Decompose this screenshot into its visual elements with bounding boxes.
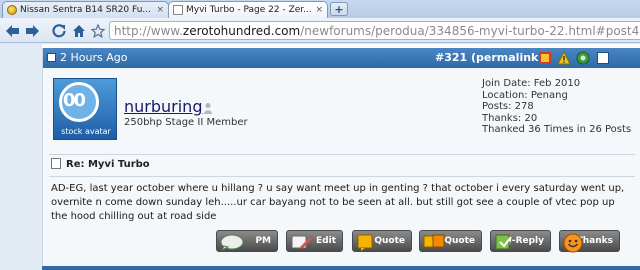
edit-pencil-icon — [291, 235, 312, 249]
tab-title: Myvi Turbo - Page 22 - Zer... — [186, 5, 312, 15]
reload-icon — [52, 24, 66, 38]
star-icon — [91, 24, 105, 38]
multi-quote-label: Quote — [444, 236, 475, 246]
url-path: /newforums/perodua/334856-myvi-turbo-22.… — [300, 23, 640, 38]
browser-tab-active[interactable]: Myvi Turbo - Page 22 - Zer... × — [168, 1, 328, 18]
address-bar[interactable]: http://www. zerotohundred.com/newforums/p… — [109, 21, 640, 40]
multiquote-checkbox-icon[interactable] — [596, 51, 610, 65]
user-stats: Join Date: Feb 2010 Location: Penang Pos… — [482, 78, 631, 136]
forward-button[interactable] — [24, 22, 42, 40]
thanks-button[interactable]: Thanks — [559, 230, 620, 253]
bookmark-star-button[interactable] — [89, 22, 107, 40]
back-arrow-icon — [6, 25, 19, 37]
avatar[interactable]: 00 stock avatar — [53, 78, 117, 140]
divider — [49, 176, 635, 177]
forward-arrow-icon — [26, 25, 39, 37]
post-document-icon — [51, 158, 61, 169]
post-body: AD-EG, last year october where u hillang… — [51, 183, 625, 222]
url-domain: zerotohundred.com — [182, 23, 301, 38]
edit-label: Edit — [316, 236, 336, 246]
quote-icon — [357, 234, 373, 251]
post-count: Posts: 278 — [482, 101, 534, 112]
post-title: Re: Myvi Turbo — [51, 158, 150, 170]
forum-post: 2 Hours Ago #321 (permalink) 00 stock av… — [42, 48, 640, 270]
post-status-icon — [47, 53, 56, 62]
quote-button[interactable]: Quote — [352, 230, 412, 252]
site-favicon-icon — [7, 5, 17, 15]
divider — [49, 154, 635, 155]
avatar-caption: stock avatar — [61, 127, 111, 136]
plus-icon: + — [334, 2, 344, 16]
report-post-icon[interactable] — [538, 51, 552, 65]
browser-toolbar: http://www. zerotohundred.com/newforums/p… — [0, 18, 640, 43]
page-gutter — [0, 44, 42, 270]
warning-icon[interactable] — [557, 51, 571, 65]
edit-button[interactable]: Edit — [286, 230, 343, 252]
page-favicon-icon — [173, 5, 183, 15]
username-link[interactable]: nurburing — [124, 97, 202, 116]
home-button[interactable] — [70, 22, 88, 40]
next-post-header — [42, 266, 640, 270]
tab-strip: Nissan Sentra B14 SR20 Fu... × Myvi Turb… — [0, 0, 640, 18]
post-permalink[interactable]: #321 (permalink) — [435, 51, 543, 64]
post-title-text: Re: Myvi Turbo — [66, 159, 150, 170]
thanks-received: Thanked 36 Times in 26 Posts — [482, 124, 632, 135]
page-content: 2 Hours Ago #321 (permalink) 00 stock av… — [0, 44, 640, 270]
post-header: 2 Hours Ago #321 (permalink) — [43, 48, 640, 68]
offline-user-icon — [204, 102, 212, 114]
close-tab-icon[interactable]: × — [156, 5, 164, 15]
browser-tab[interactable]: Nissan Sentra B14 SR20 Fu... × — [2, 1, 169, 18]
post-time: 2 Hours Ago — [60, 51, 128, 64]
join-date: Join Date: Feb 2010 — [482, 78, 581, 89]
home-icon — [73, 25, 85, 37]
quote-label: Quote — [374, 236, 405, 246]
quick-reply-button[interactable]: Q-Reply — [490, 230, 551, 252]
avatar-logo-text: 00 — [63, 90, 86, 111]
quick-reply-icon — [495, 234, 512, 250]
reload-button[interactable] — [50, 22, 68, 40]
multi-quote-icon — [423, 234, 445, 248]
pm-label: PM — [255, 236, 271, 246]
smiley-icon — [563, 233, 583, 253]
message-bubble-icon — [220, 234, 244, 251]
back-button[interactable] — [3, 22, 21, 40]
multi-quote-button[interactable]: Quote — [419, 230, 482, 252]
user-title: 250bhp Stage II Member — [124, 117, 248, 128]
close-tab-icon[interactable]: × — [315, 5, 323, 15]
url-prefix: http://www. — [114, 23, 183, 38]
new-tab-button[interactable]: + — [330, 2, 348, 16]
pm-button[interactable]: PM — [216, 230, 278, 252]
location: Location: Penang — [482, 89, 568, 101]
reputation-icon[interactable] — [576, 51, 590, 65]
tab-title: Nissan Sentra B14 SR20 Fu... — [20, 5, 151, 15]
thanks-given: Thanks: 20 — [482, 112, 538, 124]
